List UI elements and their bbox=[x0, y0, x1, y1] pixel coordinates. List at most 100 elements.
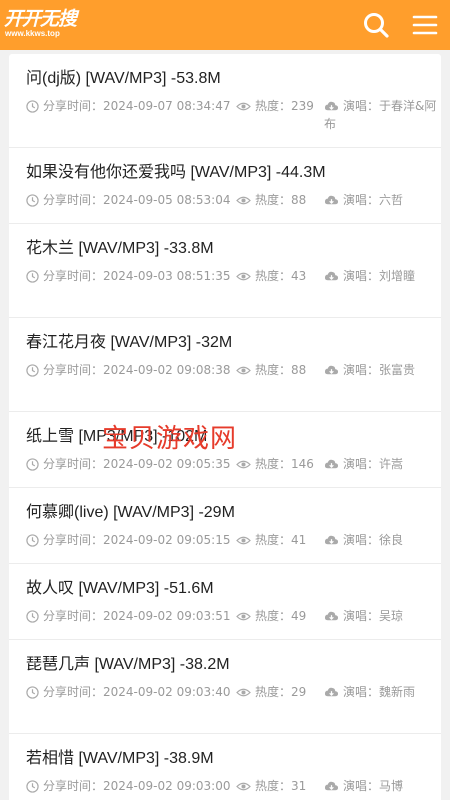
list-item[interactable]: 问(dj版) [WAV/MP3] -53.8M 分享时间：2024-09-07 … bbox=[9, 54, 441, 148]
share-time: 分享时间：2024-09-02 09:05:35 bbox=[26, 455, 230, 473]
song-title[interactable]: 花木兰 [WAV/MP3] -33.8M bbox=[26, 238, 436, 260]
singer-label: 演唱： bbox=[343, 533, 380, 547]
logo-url: www.kkws.top bbox=[5, 29, 60, 38]
singer: 演唱：吴琼 bbox=[324, 607, 439, 625]
cloud-download-icon bbox=[324, 459, 339, 469]
heat: 热度：41 bbox=[236, 531, 306, 549]
singer-label: 演唱： bbox=[343, 685, 380, 699]
singer: 演唱：徐良 bbox=[324, 531, 439, 549]
list-item[interactable]: 故人叹 [WAV/MP3] -51.6M 分享时间：2024-09-02 09:… bbox=[9, 564, 441, 640]
song-title[interactable]: 何慕卿(live) [WAV/MP3] -29M bbox=[26, 502, 436, 524]
clock-icon bbox=[26, 364, 39, 377]
eye-icon bbox=[236, 536, 251, 545]
eye-icon bbox=[236, 688, 251, 697]
song-title[interactable]: 琵琶几声 [WAV/MP3] -38.2M bbox=[26, 654, 436, 676]
heat-value: 49 bbox=[291, 609, 307, 623]
singer-label: 演唱： bbox=[343, 193, 380, 207]
singer-value: 魏新雨 bbox=[379, 685, 416, 699]
singer-value: 于春洋&阿布 bbox=[324, 99, 437, 131]
cloud-download-icon bbox=[324, 781, 339, 791]
eye-icon bbox=[236, 196, 251, 205]
heat-label: 热度： bbox=[255, 457, 292, 471]
logo-text: 开开无搜 bbox=[4, 8, 77, 30]
clock-icon bbox=[26, 780, 39, 793]
singer-value: 刘增瞳 bbox=[379, 269, 416, 283]
heat: 热度：29 bbox=[236, 683, 306, 701]
heat: 热度：239 bbox=[236, 97, 314, 115]
eye-icon bbox=[236, 366, 251, 375]
clock-icon bbox=[26, 534, 39, 547]
song-title[interactable]: 故人叹 [WAV/MP3] -51.6M bbox=[26, 578, 436, 600]
site-logo[interactable]: 开开无搜 www.kkws.top bbox=[4, 7, 94, 43]
share-time: 分享时间：2024-09-07 08:34:47 bbox=[26, 97, 230, 115]
singer: 演唱：张富贵 bbox=[324, 361, 439, 379]
singer: 演唱：马博 bbox=[324, 777, 439, 795]
heat-label: 热度： bbox=[255, 99, 292, 113]
singer-value: 六哲 bbox=[379, 193, 404, 207]
singer: 演唱：许嵩 bbox=[324, 455, 439, 473]
app-header: 开开无搜 www.kkws.top bbox=[0, 0, 450, 50]
share-time-value: 2024-09-02 09:03:51 bbox=[103, 609, 231, 623]
song-title[interactable]: 如果没有他你还爱我吗 [WAV/MP3] -44.3M bbox=[26, 162, 436, 184]
heat-label: 热度： bbox=[255, 609, 292, 623]
share-time-value: 2024-09-02 09:03:40 bbox=[103, 685, 231, 699]
heat-value: 41 bbox=[291, 533, 307, 547]
cloud-download-icon bbox=[324, 365, 339, 375]
clock-icon bbox=[26, 610, 39, 623]
heat: 热度：43 bbox=[236, 267, 306, 285]
share-time-value: 2024-09-02 09:08:38 bbox=[103, 363, 231, 377]
heat: 热度：49 bbox=[236, 607, 306, 625]
eye-icon bbox=[236, 782, 251, 791]
share-time: 分享时间：2024-09-02 09:03:51 bbox=[26, 607, 230, 625]
singer-value: 吴琼 bbox=[379, 609, 404, 623]
share-time-label: 分享时间： bbox=[43, 99, 104, 113]
singer-label: 演唱： bbox=[343, 363, 380, 377]
share-time-label: 分享时间： bbox=[43, 269, 104, 283]
share-time-value: 2024-09-02 09:05:35 bbox=[103, 457, 231, 471]
clock-icon bbox=[26, 100, 39, 113]
song-title[interactable]: 问(dj版) [WAV/MP3] -53.8M bbox=[26, 68, 436, 90]
eye-icon bbox=[236, 102, 251, 111]
share-time: 分享时间：2024-09-02 09:03:00 bbox=[26, 777, 230, 795]
share-time: 分享时间：2024-09-02 09:03:40 bbox=[26, 683, 230, 701]
list-item[interactable]: 花木兰 [WAV/MP3] -33.8M 分享时间：2024-09-03 08:… bbox=[9, 224, 441, 318]
list-item[interactable]: 春江花月夜 [WAV/MP3] -32M 分享时间：2024-09-02 09:… bbox=[9, 318, 441, 412]
heat: 热度：146 bbox=[236, 455, 314, 473]
heat-label: 热度： bbox=[255, 363, 292, 377]
singer-value: 徐良 bbox=[379, 533, 404, 547]
singer-value: 许嵩 bbox=[379, 457, 404, 471]
heat-label: 热度： bbox=[255, 685, 292, 699]
singer-label: 演唱： bbox=[343, 457, 380, 471]
heat-value: 146 bbox=[291, 457, 314, 471]
heat: 热度：31 bbox=[236, 777, 306, 795]
share-time: 分享时间：2024-09-03 08:51:35 bbox=[26, 267, 230, 285]
menu-button[interactable] bbox=[410, 10, 440, 40]
heat-value: 43 bbox=[291, 269, 307, 283]
clock-icon bbox=[26, 458, 39, 471]
song-title[interactable]: 春江花月夜 [WAV/MP3] -32M bbox=[26, 332, 436, 354]
list-item[interactable]: 如果没有他你还爱我吗 [WAV/MP3] -44.3M 分享时间：2024-09… bbox=[9, 148, 441, 224]
list-item[interactable]: 若相惜 [WAV/MP3] -38.9M 分享时间：2024-09-02 09:… bbox=[9, 734, 441, 800]
cloud-download-icon bbox=[324, 535, 339, 545]
heat-value: 88 bbox=[291, 193, 307, 207]
list-item[interactable]: 琵琶几声 [WAV/MP3] -38.2M 分享时间：2024-09-02 09… bbox=[9, 640, 441, 734]
share-time-label: 分享时间： bbox=[43, 609, 104, 623]
cloud-download-icon bbox=[324, 195, 339, 205]
singer-label: 演唱： bbox=[343, 269, 380, 283]
share-time-value: 2024-09-05 08:53:04 bbox=[103, 193, 231, 207]
menu-icon bbox=[412, 15, 438, 35]
heat-value: 88 bbox=[291, 363, 307, 377]
cloud-download-icon bbox=[324, 271, 339, 281]
share-time-value: 2024-09-07 08:34:47 bbox=[103, 99, 231, 113]
singer-label: 演唱： bbox=[343, 99, 380, 113]
share-time: 分享时间：2024-09-02 09:05:15 bbox=[26, 531, 230, 549]
singer-value: 马博 bbox=[379, 779, 404, 793]
list-item[interactable]: 何慕卿(live) [WAV/MP3] -29M 分享时间：2024-09-02… bbox=[9, 488, 441, 564]
share-time-label: 分享时间： bbox=[43, 363, 104, 377]
song-title[interactable]: 若相惜 [WAV/MP3] -38.9M bbox=[26, 748, 436, 770]
share-time-label: 分享时间： bbox=[43, 533, 104, 547]
search-button[interactable] bbox=[361, 10, 391, 40]
share-time-label: 分享时间： bbox=[43, 193, 104, 207]
watermark-text: 宝贝游戏网 bbox=[102, 424, 238, 454]
singer: 演唱：于春洋&阿布 bbox=[324, 97, 439, 133]
